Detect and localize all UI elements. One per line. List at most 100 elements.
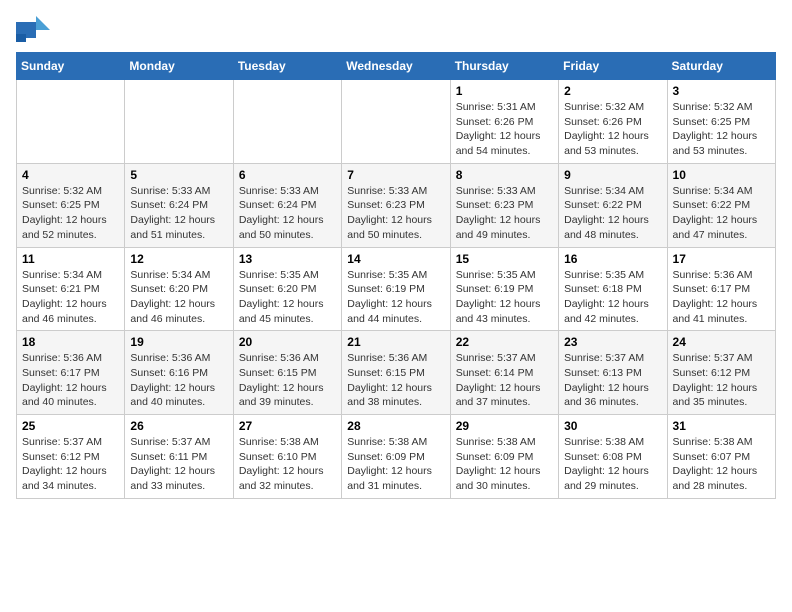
day-header-monday: Monday xyxy=(125,53,233,80)
calendar-cell: 16Sunrise: 5:35 AM Sunset: 6:18 PM Dayli… xyxy=(559,247,667,331)
day-info: Sunrise: 5:37 AM Sunset: 6:14 PM Dayligh… xyxy=(456,351,553,410)
calendar-cell: 17 Sunrise: 5:36 AM Sunset: 6:17 PM Dayli… xyxy=(667,247,775,331)
day-number: 11 xyxy=(22,252,119,266)
calendar-week-row: 1 Sunrise: 5:31 AM Sunset: 6:26 PM Daylig… xyxy=(17,80,776,164)
calendar-cell: 1 Sunrise: 5:31 AM Sunset: 6:26 PM Daylig… xyxy=(450,80,558,164)
day-number: 4 xyxy=(22,168,119,182)
calendar-week-row: 4 Sunrise: 5:32 AM Sunset: 6:25 PM Daylig… xyxy=(17,163,776,247)
day-info: Sunrise: 5:33 AM Sunset: 6:23 PM Dayligh… xyxy=(456,184,553,243)
day-info: Sunrise: 5:37 AM Sunset: 6:11 PM Dayligh… xyxy=(130,435,227,494)
day-info: Sunrise: 5:34 AM Sunset: 6:22 PM Dayligh… xyxy=(564,184,661,243)
day-number: 12 xyxy=(130,252,227,266)
day-number: 25 xyxy=(22,419,119,433)
calendar-cell: 20 Sunrise: 5:36 AM Sunset: 6:15 PM Dayli… xyxy=(233,331,341,415)
day-number: 19 xyxy=(130,335,227,349)
day-info: Sunrise: 5:32 AM Sunset: 6:26 PM Dayligh… xyxy=(564,100,661,159)
day-info: Sunrise: 5:37 AM Sunset: 6:12 PM Dayligh… xyxy=(673,351,770,410)
day-number: 24 xyxy=(673,335,770,349)
day-number: 13 xyxy=(239,252,336,266)
calendar-cell: 29 Sunrise: 5:38 AM Sunset: 6:09 PM Dayli… xyxy=(450,415,558,499)
calendar-cell: 5Sunrise: 5:33 AM Sunset: 6:24 PM Daylig… xyxy=(125,163,233,247)
day-info: Sunrise: 5:38 AM Sunset: 6:07 PM Dayligh… xyxy=(673,435,770,494)
day-number: 9 xyxy=(564,168,661,182)
day-number: 22 xyxy=(456,335,553,349)
calendar-cell: 9 Sunrise: 5:34 AM Sunset: 6:22 PM Daylig… xyxy=(559,163,667,247)
day-info: Sunrise: 5:36 AM Sunset: 6:17 PM Dayligh… xyxy=(673,268,770,327)
day-number: 16 xyxy=(564,252,661,266)
calendar-week-row: 11 Sunrise: 5:34 AM Sunset: 6:21 PM Dayli… xyxy=(17,247,776,331)
day-number: 29 xyxy=(456,419,553,433)
day-info: Sunrise: 5:38 AM Sunset: 6:08 PM Dayligh… xyxy=(564,435,661,494)
calendar-cell: 25 Sunrise: 5:37 AM Sunset: 6:12 PM Dayli… xyxy=(17,415,125,499)
calendar-cell xyxy=(17,80,125,164)
day-info: Sunrise: 5:33 AM Sunset: 6:24 PM Dayligh… xyxy=(130,184,227,243)
calendar-cell: 2 Sunrise: 5:32 AM Sunset: 6:26 PM Daylig… xyxy=(559,80,667,164)
day-info: Sunrise: 5:38 AM Sunset: 6:10 PM Dayligh… xyxy=(239,435,336,494)
day-header-saturday: Saturday xyxy=(667,53,775,80)
calendar-cell: 26 Sunrise: 5:37 AM Sunset: 6:11 PM Dayli… xyxy=(125,415,233,499)
calendar-cell: 18Sunrise: 5:36 AM Sunset: 6:17 PM Dayli… xyxy=(17,331,125,415)
day-number: 3 xyxy=(673,84,770,98)
logo-icon xyxy=(16,16,50,44)
day-number: 7 xyxy=(347,168,444,182)
logo xyxy=(16,16,50,44)
calendar-cell: 30 Sunrise: 5:38 AM Sunset: 6:08 PM Dayli… xyxy=(559,415,667,499)
day-number: 21 xyxy=(347,335,444,349)
calendar-table: SundayMondayTuesdayWednesdayThursdayFrid… xyxy=(16,52,776,499)
calendar-cell: 31 Sunrise: 5:38 AM Sunset: 6:07 PM Dayli… xyxy=(667,415,775,499)
calendar-week-row: 18Sunrise: 5:36 AM Sunset: 6:17 PM Dayli… xyxy=(17,331,776,415)
day-number: 6 xyxy=(239,168,336,182)
calendar-cell xyxy=(233,80,341,164)
day-number: 20 xyxy=(239,335,336,349)
day-header-tuesday: Tuesday xyxy=(233,53,341,80)
calendar-week-row: 25 Sunrise: 5:37 AM Sunset: 6:12 PM Dayli… xyxy=(17,415,776,499)
day-header-friday: Friday xyxy=(559,53,667,80)
day-number: 10 xyxy=(673,168,770,182)
calendar-cell: 14Sunrise: 5:35 AM Sunset: 6:19 PM Dayli… xyxy=(342,247,450,331)
calendar-cell: 4 Sunrise: 5:32 AM Sunset: 6:25 PM Daylig… xyxy=(17,163,125,247)
calendar-cell xyxy=(342,80,450,164)
day-info: Sunrise: 5:32 AM Sunset: 6:25 PM Dayligh… xyxy=(673,100,770,159)
calendar-cell: 19 Sunrise: 5:36 AM Sunset: 6:16 PM Dayli… xyxy=(125,331,233,415)
day-info: Sunrise: 5:37 AM Sunset: 6:13 PM Dayligh… xyxy=(564,351,661,410)
day-number: 26 xyxy=(130,419,227,433)
day-header-sunday: Sunday xyxy=(17,53,125,80)
day-number: 8 xyxy=(456,168,553,182)
calendar-cell: 24 Sunrise: 5:37 AM Sunset: 6:12 PM Dayli… xyxy=(667,331,775,415)
calendar-cell: 15 Sunrise: 5:35 AM Sunset: 6:19 PM Dayli… xyxy=(450,247,558,331)
day-info: Sunrise: 5:34 AM Sunset: 6:22 PM Dayligh… xyxy=(673,184,770,243)
day-info: Sunrise: 5:37 AM Sunset: 6:12 PM Dayligh… xyxy=(22,435,119,494)
day-header-wednesday: Wednesday xyxy=(342,53,450,80)
calendar-cell: 3 Sunrise: 5:32 AM Sunset: 6:25 PM Daylig… xyxy=(667,80,775,164)
day-number: 1 xyxy=(456,84,553,98)
day-number: 17 xyxy=(673,252,770,266)
day-number: 30 xyxy=(564,419,661,433)
calendar-cell: 28 Sunrise: 5:38 AM Sunset: 6:09 PM Dayli… xyxy=(342,415,450,499)
day-info: Sunrise: 5:38 AM Sunset: 6:09 PM Dayligh… xyxy=(347,435,444,494)
day-number: 31 xyxy=(673,419,770,433)
calendar-cell: 27Sunrise: 5:38 AM Sunset: 6:10 PM Dayli… xyxy=(233,415,341,499)
day-number: 28 xyxy=(347,419,444,433)
day-number: 2 xyxy=(564,84,661,98)
page-header xyxy=(16,16,776,44)
day-info: Sunrise: 5:38 AM Sunset: 6:09 PM Dayligh… xyxy=(456,435,553,494)
day-info: Sunrise: 5:34 AM Sunset: 6:21 PM Dayligh… xyxy=(22,268,119,327)
calendar-cell: 8 Sunrise: 5:33 AM Sunset: 6:23 PM Daylig… xyxy=(450,163,558,247)
day-info: Sunrise: 5:35 AM Sunset: 6:19 PM Dayligh… xyxy=(456,268,553,327)
calendar-cell: 13Sunrise: 5:35 AM Sunset: 6:20 PM Dayli… xyxy=(233,247,341,331)
day-info: Sunrise: 5:31 AM Sunset: 6:26 PM Dayligh… xyxy=(456,100,553,159)
calendar-cell: 12Sunrise: 5:34 AM Sunset: 6:20 PM Dayli… xyxy=(125,247,233,331)
day-number: 15 xyxy=(456,252,553,266)
day-info: Sunrise: 5:36 AM Sunset: 6:16 PM Dayligh… xyxy=(130,351,227,410)
day-number: 23 xyxy=(564,335,661,349)
day-info: Sunrise: 5:36 AM Sunset: 6:15 PM Dayligh… xyxy=(239,351,336,410)
calendar-cell: 22 Sunrise: 5:37 AM Sunset: 6:14 PM Dayli… xyxy=(450,331,558,415)
day-info: Sunrise: 5:33 AM Sunset: 6:24 PM Dayligh… xyxy=(239,184,336,243)
calendar-cell xyxy=(125,80,233,164)
calendar-cell: 21Sunrise: 5:36 AM Sunset: 6:15 PM Dayli… xyxy=(342,331,450,415)
day-info: Sunrise: 5:36 AM Sunset: 6:17 PM Dayligh… xyxy=(22,351,119,410)
day-number: 14 xyxy=(347,252,444,266)
day-info: Sunrise: 5:32 AM Sunset: 6:25 PM Dayligh… xyxy=(22,184,119,243)
calendar-cell: 6 Sunrise: 5:33 AM Sunset: 6:24 PM Daylig… xyxy=(233,163,341,247)
calendar-header-row: SundayMondayTuesdayWednesdayThursdayFrid… xyxy=(17,53,776,80)
